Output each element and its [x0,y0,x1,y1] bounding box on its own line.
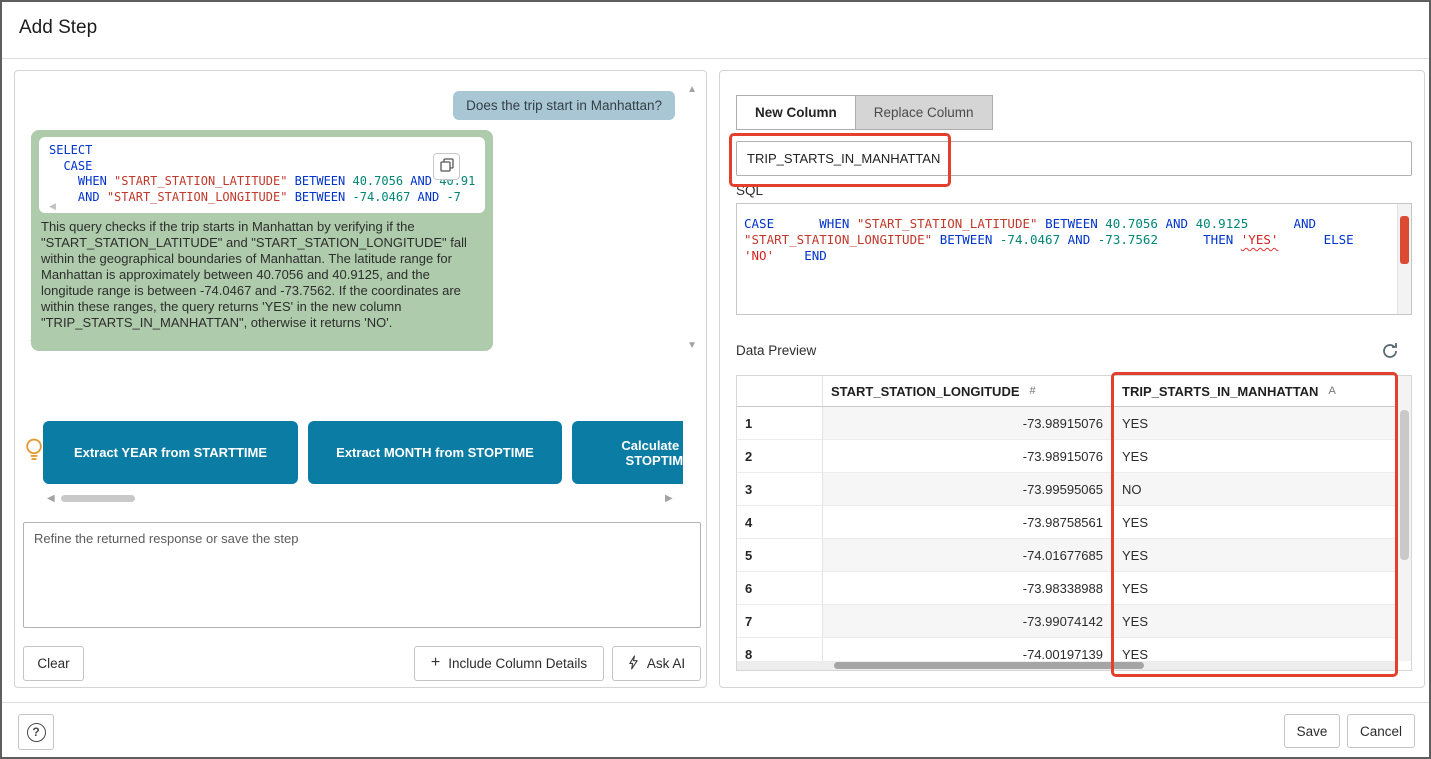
scrollbar-thumb[interactable] [1400,410,1409,560]
suggestion-button[interactable]: Calculate differe STOPTIME and [572,421,683,484]
table-row: 5-74.01677685YES [737,539,1411,572]
row-number-cell: 6 [737,572,823,605]
row-number-cell: 4 [737,506,823,539]
row-number-header [737,376,823,406]
longitude-cell: -74.01677685 [823,539,1114,572]
save-button[interactable]: Save [1284,714,1340,748]
dialog-header: Add Step [2,2,1429,59]
ask-ai-label: Ask AI [647,656,685,671]
suggestion-button[interactable]: Extract YEAR from STARTTIME [43,421,298,484]
ai-response-bubble: SELECT CASE WHEN "START_STATION_LATITUDE… [31,130,493,351]
column-header-manhattan[interactable]: TRIP_STARTS_IN_MANHATTAN A [1114,376,1398,406]
carousel-scrollbar[interactable] [61,495,135,502]
column-name-input[interactable] [736,141,1412,176]
manhattan-cell: NO [1114,473,1398,506]
page-title: Add Step [19,17,97,39]
tab-new-column[interactable]: New Column [736,95,856,130]
sql-editor-scrollbar[interactable] [1397,204,1411,314]
lightning-icon [628,655,639,673]
table-row: 4-73.98758561YES [737,506,1411,539]
row-number-cell: 5 [737,539,823,572]
question-icon: ? [27,723,46,742]
column-editor-panel: New Column Replace Column SQL CASE WHEN … [719,70,1425,688]
row-number-cell: 3 [737,473,823,506]
include-column-details-button[interactable]: + Include Column Details [414,646,604,681]
scroll-up-icon[interactable]: ▲ [687,85,697,95]
plus-icon: + [431,654,440,672]
longitude-cell: -73.99074142 [823,605,1114,638]
manhattan-cell: YES [1114,407,1398,440]
assistant-sql-code: SELECT CASE WHEN "START_STATION_LATITUDE… [49,143,475,205]
sql-label: SQL [736,183,763,198]
longitude-cell: -73.98758561 [823,506,1114,539]
refine-input[interactable] [23,522,701,628]
row-number-cell: 7 [737,605,823,638]
preview-table-body: 1-73.98915076YES2-73.98915076YES3-73.995… [737,407,1411,671]
manhattan-cell: YES [1114,506,1398,539]
scroll-down-icon[interactable]: ▼ [687,341,697,351]
manhattan-cell: YES [1114,539,1398,572]
tab-replace-column[interactable]: Replace Column [856,95,993,130]
table-row: 1-73.98915076YES [737,407,1411,440]
manhattan-cell: YES [1114,572,1398,605]
ask-ai-button[interactable]: Ask AI [612,646,701,681]
help-button[interactable]: ? [18,714,54,750]
data-preview-label: Data Preview [736,343,816,358]
ai-assistant-panel: Does the trip start in Manhattan? ▲ ▼ ◀ … [14,70,707,688]
number-type-icon: # [1030,385,1036,397]
table-row: 2-73.98915076YES [737,440,1411,473]
clear-button[interactable]: Clear [23,646,84,681]
table-header-row: START_STATION_LONGITUDE # TRIP_STARTS_IN… [737,376,1411,407]
manhattan-cell: YES [1114,440,1398,473]
longitude-cell: -73.98915076 [823,407,1114,440]
carousel-left-icon[interactable]: ◀ [47,493,55,504]
error-marker [1400,216,1409,264]
table-row: 7-73.99074142YES [737,605,1411,638]
row-number-cell: 2 [737,440,823,473]
lightbulb-icon [24,437,44,468]
cancel-button[interactable]: Cancel [1347,714,1415,748]
ai-explanation-text: This query checks if the trip starts in … [41,219,479,331]
table-horizontal-scrollbar[interactable] [737,661,1398,670]
add-step-dialog: Add Step Does the trip start in Manhatta… [0,0,1431,759]
column-header-longitude[interactable]: START_STATION_LONGITUDE # [823,376,1114,406]
copy-button[interactable] [433,153,460,180]
suggestion-button[interactable]: Extract MONTH from STOPTIME [308,421,562,484]
manhattan-cell: YES [1114,605,1398,638]
sql-editor-code: CASE WHEN "START_STATION_LATITUDE" BETWE… [744,216,1391,264]
refresh-icon[interactable] [1378,339,1402,363]
copy-icon [440,158,454,175]
code-scroll-left-icon[interactable]: ◀ [49,201,56,212]
table-row: 6-73.98338988YES [737,572,1411,605]
column-header-longitude-label: START_STATION_LONGITUDE [831,384,1020,399]
sql-snippet-card: SELECT CASE WHEN "START_STATION_LATITUDE… [39,137,485,213]
table-vertical-scrollbar[interactable] [1397,376,1411,661]
carousel-right-icon[interactable]: ▶ [665,493,673,504]
longitude-cell: -73.98915076 [823,440,1114,473]
column-mode-tabs: New Column Replace Column [736,95,993,130]
user-message-bubble: Does the trip start in Manhattan? [453,91,675,120]
longitude-cell: -73.99595065 [823,473,1114,506]
table-row: 3-73.99595065NO [737,473,1411,506]
text-type-icon: A [1328,385,1335,397]
include-column-details-label: Include Column Details [448,656,587,671]
suggestion-list: Extract YEAR from STARTTIMEExtract MONTH… [43,421,683,484]
dialog-footer: ? Save Cancel [2,702,1429,759]
column-header-manhattan-label: TRIP_STARTS_IN_MANHATTAN [1122,384,1318,399]
scrollbar-thumb[interactable] [834,662,1144,669]
row-number-cell: 1 [737,407,823,440]
sql-editor[interactable]: CASE WHEN "START_STATION_LATITUDE" BETWE… [736,203,1412,315]
longitude-cell: -73.98338988 [823,572,1114,605]
data-preview-table: START_STATION_LONGITUDE # TRIP_STARTS_IN… [736,375,1412,671]
